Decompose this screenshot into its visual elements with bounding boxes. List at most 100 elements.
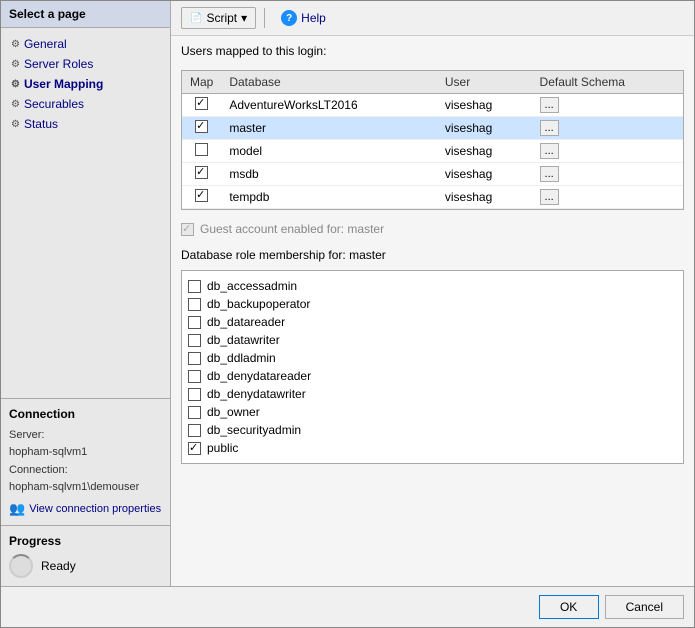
left-panel: Select a page ⚙ General ⚙ Server Roles ⚙… — [1, 1, 171, 586]
role-item: db_datareader — [188, 313, 677, 331]
database-cell: model — [221, 140, 437, 163]
role-checkbox[interactable] — [188, 298, 201, 311]
role-item: db_securityadmin — [188, 421, 677, 439]
help-button[interactable]: ? Help — [273, 7, 334, 29]
script-label: Script — [206, 11, 237, 25]
role-item: db_accessadmin — [188, 277, 677, 295]
nav-item-server-roles[interactable]: ⚙ Server Roles — [5, 54, 166, 74]
connection-title: Connection — [9, 407, 162, 421]
select-page-title: Select a page — [1, 1, 170, 28]
toolbar: 📄 Script ▾ ? Help — [171, 1, 694, 36]
role-checkbox[interactable] — [188, 316, 201, 329]
login-properties-dialog: Select a page ⚙ General ⚙ Server Roles ⚙… — [0, 0, 695, 628]
schema-cell: ... — [532, 163, 683, 185]
schema-ellipsis-button[interactable]: ... — [540, 189, 559, 205]
view-connection-properties-link[interactable]: 👥 View connection properties — [9, 501, 162, 517]
script-button[interactable]: 📄 Script ▾ — [181, 7, 256, 29]
role-membership-label: Database role membership for: master — [181, 248, 684, 262]
server-value: hopham-sqlvm1 — [9, 444, 162, 462]
connection-label: Connection: — [9, 462, 162, 480]
right-panel: 📄 Script ▾ ? Help Users mapped to this l… — [171, 1, 694, 586]
table-row[interactable]: AdventureWorksLT2016viseshag... — [182, 94, 683, 117]
user-cell: viseshag — [437, 163, 532, 186]
guest-account-checkbox[interactable] — [181, 223, 194, 236]
role-label: db_ddladmin — [207, 351, 276, 365]
users-table-container: Map Database User Default Schema Adventu… — [181, 70, 684, 210]
table-row[interactable]: tempdbviseshag... — [182, 186, 683, 209]
nav-item-general[interactable]: ⚙ General — [5, 34, 166, 54]
map-checkbox[interactable] — [195, 166, 208, 179]
role-label: db_accessadmin — [207, 279, 297, 293]
role-checkbox[interactable] — [188, 424, 201, 437]
user-cell: viseshag — [437, 94, 532, 117]
content-area: Users mapped to this login: Map Database… — [171, 36, 694, 586]
col-user: User — [437, 71, 532, 94]
user-mapping-icon: ⚙ — [11, 79, 20, 90]
map-checkbox[interactable] — [195, 97, 208, 110]
schema-cell: ... — [532, 117, 683, 139]
progress-spinner — [9, 554, 33, 578]
role-item: db_owner — [188, 403, 677, 421]
securables-icon: ⚙ — [11, 99, 20, 110]
nav-item-user-mapping[interactable]: ⚙ User Mapping — [5, 74, 166, 94]
ok-button[interactable]: OK — [539, 595, 599, 619]
help-icon: ? — [281, 10, 297, 26]
col-database: Database — [221, 71, 437, 94]
user-cell: viseshag — [437, 140, 532, 163]
progress-status: Ready — [41, 559, 76, 573]
script-dropdown-icon: ▾ — [241, 11, 247, 25]
schema-cell: ... — [532, 140, 683, 162]
table-row[interactable]: msdbviseshag... — [182, 163, 683, 186]
connection-value: hopham-sqlvm1\demouser — [9, 479, 162, 497]
progress-content: Ready — [9, 554, 162, 578]
map-checkbox[interactable] — [195, 120, 208, 133]
server-roles-icon: ⚙ — [11, 59, 20, 70]
help-label: Help — [301, 11, 326, 25]
table-row[interactable]: modelviseshag... — [182, 140, 683, 163]
toolbar-separator — [264, 8, 265, 28]
status-icon: ⚙ — [11, 119, 20, 130]
role-checkbox[interactable] — [188, 280, 201, 293]
role-label: db_owner — [207, 405, 260, 419]
nav-item-user-mapping-label: User Mapping — [24, 77, 103, 91]
schema-cell: ... — [532, 94, 683, 116]
role-label: db_backupoperator — [207, 297, 310, 311]
role-item: db_backupoperator — [188, 295, 677, 313]
role-checkbox[interactable] — [188, 334, 201, 347]
role-label: public — [207, 441, 238, 455]
map-checkbox[interactable] — [195, 189, 208, 202]
database-cell: master — [221, 117, 437, 140]
nav-item-securables-label: Securables — [24, 97, 84, 111]
role-checkbox[interactable] — [188, 406, 201, 419]
role-checkbox[interactable] — [188, 352, 201, 365]
schema-ellipsis-button[interactable]: ... — [540, 97, 559, 113]
database-cell: msdb — [221, 163, 437, 186]
server-label: Server: — [9, 427, 162, 445]
role-item: db_ddladmin — [188, 349, 677, 367]
cancel-button[interactable]: Cancel — [605, 595, 684, 619]
table-row[interactable]: masterviseshag... — [182, 117, 683, 140]
users-mapped-label: Users mapped to this login: — [181, 44, 684, 58]
role-label: db_securityadmin — [207, 423, 301, 437]
view-connection-link-label: View connection properties — [29, 503, 161, 515]
guest-account-row: Guest account enabled for: master — [181, 218, 684, 240]
map-checkbox[interactable] — [195, 143, 208, 156]
nav-item-status[interactable]: ⚙ Status — [5, 114, 166, 134]
nav-item-securables[interactable]: ⚙ Securables — [5, 94, 166, 114]
nav-item-status-label: Status — [24, 117, 58, 131]
schema-ellipsis-button[interactable]: ... — [540, 120, 559, 136]
col-schema: Default Schema — [532, 71, 683, 94]
role-checkbox[interactable] — [188, 388, 201, 401]
role-section: db_accessadmin db_backupoperator db_datare… — [181, 270, 684, 464]
schema-ellipsis-button[interactable]: ... — [540, 143, 559, 159]
script-icon: 📄 — [190, 13, 202, 24]
nav-item-general-label: General — [24, 37, 67, 51]
dialog-footer: OK Cancel — [1, 586, 694, 627]
nav-item-server-roles-label: Server Roles — [24, 57, 93, 71]
role-checkbox[interactable] — [188, 442, 201, 455]
database-cell: tempdb — [221, 186, 437, 209]
schema-ellipsis-button[interactable]: ... — [540, 166, 559, 182]
role-label: db_denydatawriter — [207, 387, 306, 401]
database-cell: AdventureWorksLT2016 — [221, 94, 437, 117]
role-checkbox[interactable] — [188, 370, 201, 383]
